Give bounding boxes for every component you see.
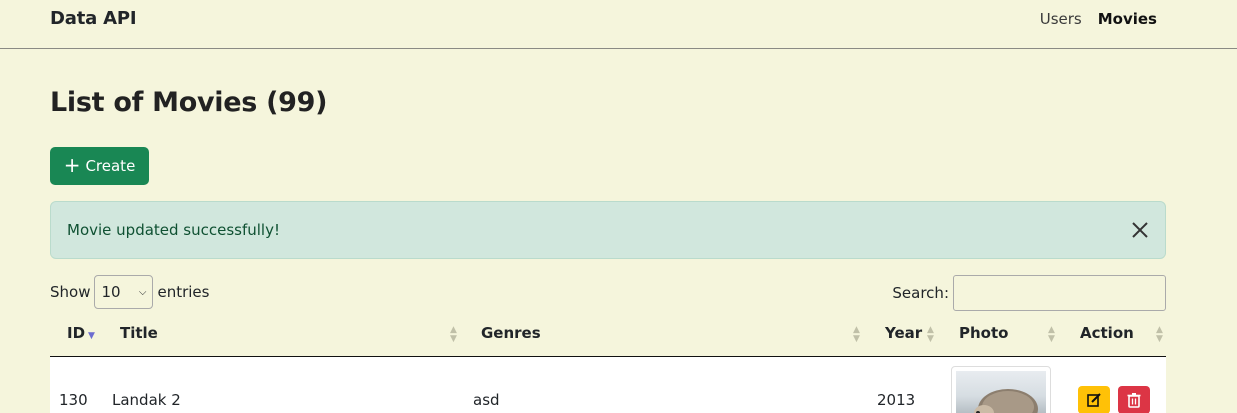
nav-link-movies[interactable]: Movies bbox=[1098, 10, 1157, 28]
column-header-genres[interactable]: Genres bbox=[481, 324, 541, 342]
sort-icon: ▲ ▼ bbox=[853, 325, 860, 344]
sort-icon: ▲ ▼ bbox=[927, 325, 934, 344]
create-button-label: Create bbox=[85, 157, 136, 175]
close-icon[interactable] bbox=[1129, 220, 1151, 242]
movie-photo bbox=[951, 366, 1051, 413]
delete-button[interactable] bbox=[1118, 386, 1150, 413]
entries-length-control: Show 10 ⌵ entries bbox=[50, 275, 209, 309]
column-header-action[interactable]: Action bbox=[1080, 324, 1134, 342]
sort-icon: ▲ ▼ bbox=[450, 325, 457, 344]
entries-select-value: 10 bbox=[101, 283, 121, 301]
edit-button[interactable] bbox=[1078, 386, 1110, 413]
close-icon-svg bbox=[1132, 222, 1148, 238]
edit-icon bbox=[1087, 393, 1101, 407]
navbar: Data API Users Movies bbox=[0, 0, 1237, 49]
sort-icon: ▲ ▼ bbox=[1156, 325, 1163, 344]
entries-select[interactable]: 10 ⌵ bbox=[94, 275, 154, 309]
movies-table: ID ▼ Title ▲ ▼ Genres ▲ ▼ Year ▲ ▼ Photo ▲ ▼… bbox=[50, 314, 1166, 413]
search-label: Search: bbox=[892, 284, 949, 302]
sort-icon: ▲ ▼ bbox=[1048, 325, 1055, 344]
page-title: List of Movies (99) bbox=[50, 87, 328, 118]
create-button[interactable]: + Create bbox=[50, 147, 149, 185]
table-row: 130 Landak 2 asd 2013 bbox=[50, 357, 1166, 413]
column-header-title[interactable]: Title bbox=[120, 324, 158, 342]
entries-label: entries bbox=[157, 283, 210, 301]
trash-icon bbox=[1127, 393, 1141, 408]
hedgehog-illustration bbox=[974, 389, 1038, 413]
cell-year: 2013 bbox=[877, 391, 916, 409]
success-alert: Movie updated successfully! bbox=[50, 201, 1166, 259]
chevron-down-icon: ⌵ bbox=[138, 286, 147, 298]
brand-logo[interactable]: Data API bbox=[50, 8, 137, 29]
column-header-year[interactable]: Year bbox=[885, 324, 922, 342]
search-input[interactable] bbox=[953, 275, 1166, 311]
column-header-id[interactable]: ID bbox=[67, 324, 85, 342]
table-header: ID ▼ Title ▲ ▼ Genres ▲ ▼ Year ▲ ▼ Photo ▲ ▼… bbox=[50, 314, 1166, 357]
cell-title: Landak 2 bbox=[112, 391, 181, 409]
cell-id: 130 bbox=[59, 391, 88, 409]
show-label: Show bbox=[50, 283, 91, 301]
column-header-photo[interactable]: Photo bbox=[959, 324, 1008, 342]
nav-link-users[interactable]: Users bbox=[1040, 10, 1082, 28]
plus-icon: + bbox=[63, 153, 81, 177]
sort-desc-icon: ▼ bbox=[88, 331, 95, 341]
nav-links: Users Movies bbox=[1040, 10, 1157, 28]
cell-genres: asd bbox=[473, 391, 500, 409]
alert-message: Movie updated successfully! bbox=[67, 221, 280, 239]
hedgehog-photo-image bbox=[956, 371, 1046, 413]
search-control: Search: bbox=[892, 275, 1166, 311]
